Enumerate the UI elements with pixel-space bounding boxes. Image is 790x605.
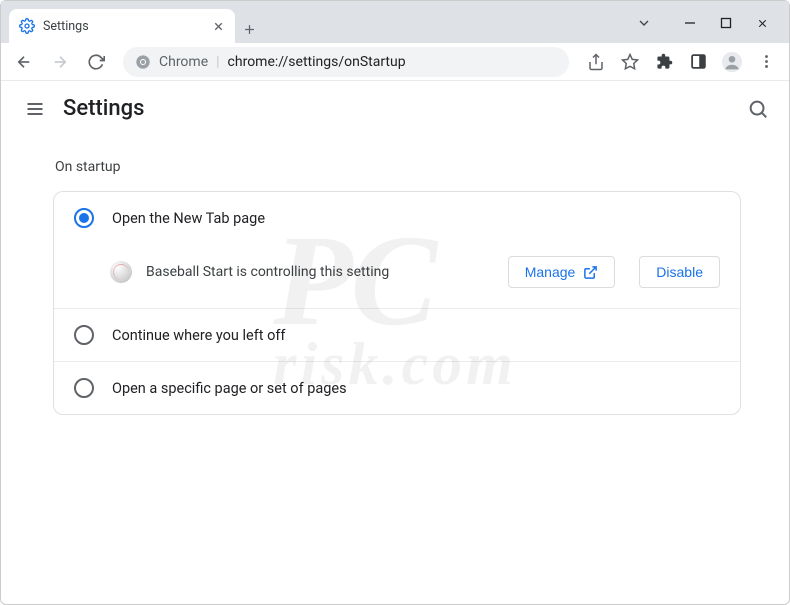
profile-avatar-icon[interactable]	[717, 47, 747, 77]
startup-card: Open the New Tab page Baseball Start is …	[53, 191, 741, 415]
browser-toolbar: Chrome | chrome://settings/onStartup	[1, 43, 789, 81]
page-title: Settings	[63, 96, 144, 121]
maximize-button[interactable]	[720, 17, 732, 29]
option-label: Continue where you left off	[112, 327, 285, 344]
manage-button-label: Manage	[525, 264, 576, 280]
section-label: On startup	[55, 159, 741, 175]
radio-unselected-icon[interactable]	[74, 378, 94, 398]
sidepanel-icon[interactable]	[683, 47, 713, 77]
settings-header: Settings	[1, 81, 789, 137]
manage-button[interactable]: Manage	[508, 256, 616, 288]
bookmark-star-icon[interactable]	[615, 47, 645, 77]
extension-notice-text: Baseball Start is controlling this setti…	[146, 264, 494, 280]
browser-titlebar: Settings	[1, 1, 789, 43]
open-external-icon	[583, 265, 598, 280]
nav-back-button[interactable]	[9, 47, 39, 77]
radio-selected-icon[interactable]	[74, 208, 94, 228]
tab-title: Settings	[43, 19, 89, 34]
new-tab-button[interactable]	[235, 15, 263, 43]
gear-icon	[19, 18, 35, 34]
browser-tab[interactable]: Settings	[9, 9, 235, 43]
hamburger-menu-button[interactable]	[21, 99, 49, 119]
omnibox[interactable]: Chrome | chrome://settings/onStartup	[123, 47, 569, 77]
minimize-button[interactable]	[684, 17, 696, 29]
close-window-button[interactable]	[756, 17, 769, 30]
share-icon[interactable]	[581, 47, 611, 77]
disable-button-label: Disable	[656, 264, 703, 280]
option-specific-page[interactable]: Open a specific page or set of pages	[54, 361, 740, 414]
option-label: Open the New Tab page	[112, 210, 265, 227]
baseball-icon	[110, 261, 132, 283]
extension-notice-row: Baseball Start is controlling this setti…	[54, 244, 740, 308]
menu-dots-icon[interactable]	[751, 47, 781, 77]
chevron-down-icon[interactable]	[636, 15, 652, 31]
radio-unselected-icon[interactable]	[74, 325, 94, 345]
url-host: Chrome	[159, 54, 208, 70]
option-label: Open a specific page or set of pages	[112, 380, 347, 397]
search-icon[interactable]	[747, 98, 769, 120]
settings-content: On startup Open the New Tab page Basebal…	[1, 137, 789, 415]
option-new-tab[interactable]: Open the New Tab page	[54, 192, 740, 244]
disable-button[interactable]: Disable	[639, 256, 720, 288]
reload-button[interactable]	[81, 47, 111, 77]
nav-forward-button[interactable]	[45, 47, 75, 77]
chrome-icon	[135, 54, 151, 70]
extensions-icon[interactable]	[649, 47, 679, 77]
option-continue[interactable]: Continue where you left off	[54, 308, 740, 361]
url-path: chrome://settings/onStartup	[228, 54, 406, 70]
window-controls	[622, 15, 789, 43]
tab-strip: Settings	[1, 1, 622, 43]
close-icon[interactable]	[212, 20, 225, 33]
